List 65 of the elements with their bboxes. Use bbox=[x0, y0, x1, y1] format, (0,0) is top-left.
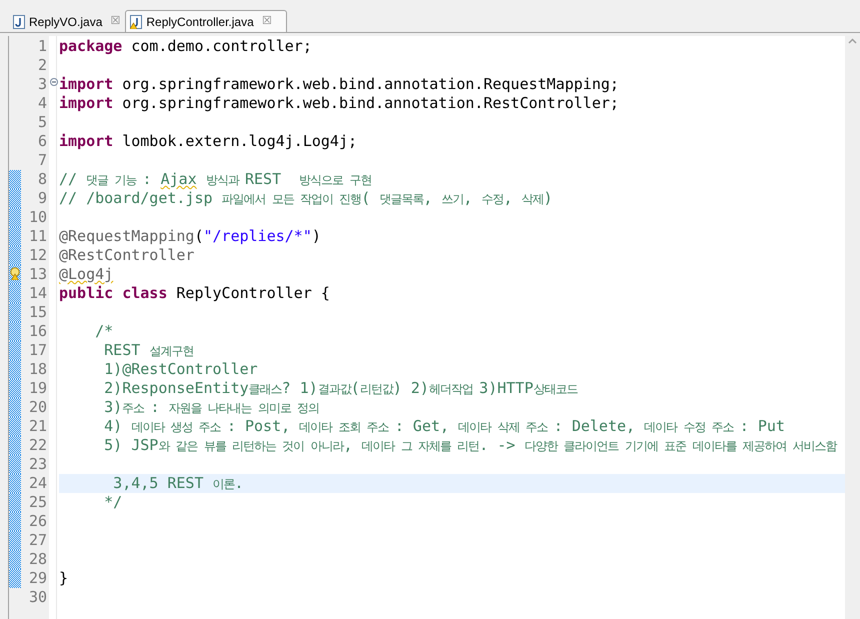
line-number: 23 bbox=[28, 455, 48, 474]
code-token: 2)ResponseEntity클래스? 1)결과값(리턴값) 2)헤더작업 3)HTTP상태코드 bbox=[103, 378, 578, 398]
code-token: 3,4,5 REST 이론. bbox=[112, 474, 244, 494]
line-number: 13 bbox=[28, 265, 48, 284]
code-token: @RestController bbox=[59, 246, 194, 265]
line-number: 30 bbox=[28, 588, 48, 607]
line-number: 1 bbox=[38, 37, 48, 56]
line-number: 29 bbox=[28, 569, 48, 588]
line-number: 8 bbox=[38, 170, 48, 189]
code-token: import bbox=[59, 132, 114, 151]
code-token: // 댓글 기능 : bbox=[59, 170, 153, 190]
code-token: // /board/get.jsp 파일에서 모든 작업이 진행( 댓글목록, 쓰기, 수정, 삭제) bbox=[59, 188, 553, 208]
code-token: lombok.extern.log4j.Log4j; bbox=[121, 132, 358, 151]
line-number: 18 bbox=[28, 360, 48, 379]
line-number: 20 bbox=[28, 398, 48, 417]
code-token: REST 설계구현 bbox=[103, 340, 194, 360]
line-number: 9 bbox=[38, 189, 48, 208]
code-token: 1)@RestController bbox=[103, 360, 258, 379]
code-token: @RequestMapping bbox=[59, 227, 194, 246]
line-number: 12 bbox=[28, 246, 48, 265]
code-token: ) bbox=[312, 227, 321, 246]
line-number: 2 bbox=[38, 56, 48, 75]
code-token: 3)주소 : 자원을 나타내는 의미로 정의 bbox=[103, 398, 320, 418]
line-number: 16 bbox=[28, 322, 48, 341]
scroll-up-icon[interactable] bbox=[848, 38, 857, 44]
line-number: 14 bbox=[28, 284, 48, 303]
line-number: 15 bbox=[28, 303, 48, 322]
code-token: import bbox=[59, 94, 114, 113]
code-token: Ajax bbox=[160, 170, 197, 189]
code-token: import bbox=[59, 75, 114, 94]
code-token: com.demo.controller; bbox=[130, 37, 312, 56]
line-number: 4 bbox=[38, 94, 48, 113]
warning-bulb-icon[interactable] bbox=[10, 267, 21, 280]
code-token: 5) JSP와 같은 뷰를 리턴하는 것이 아니라, 데이타 그 자체를 리턴. -> 다양한 클라이언트 기기에 표준 데이타를 제공하여 서비스함 bbox=[103, 436, 837, 456]
line-number: 17 bbox=[28, 341, 48, 360]
line-number: 3 bbox=[38, 75, 48, 94]
line-number: 26 bbox=[28, 512, 48, 531]
code-token: package bbox=[59, 37, 122, 56]
line-number: 24 bbox=[28, 474, 48, 493]
line-number: 11 bbox=[28, 227, 48, 246]
line-number: 6 bbox=[38, 132, 48, 151]
line-number: 22 bbox=[28, 436, 48, 455]
code-token: ReplyController { bbox=[175, 284, 330, 303]
line-number: 25 bbox=[28, 493, 48, 512]
code-token: 방식과 REST 방식으로 구현 bbox=[204, 170, 372, 190]
line-number: 10 bbox=[28, 208, 48, 227]
code-token: public class bbox=[59, 284, 168, 303]
line-number: 21 bbox=[28, 417, 48, 436]
code-token: @Log4j bbox=[59, 265, 114, 284]
line-number: 7 bbox=[38, 151, 48, 170]
line-number: 5 bbox=[38, 113, 48, 132]
vertical-scrollbar[interactable] bbox=[845, 36, 860, 619]
code-token: /* bbox=[94, 322, 114, 341]
line-number: 19 bbox=[28, 379, 48, 398]
code-token: } bbox=[59, 569, 68, 588]
code-token: "/replies/*" bbox=[204, 227, 312, 246]
code-token: org.springframework.web.bind.annotation.RestController; bbox=[121, 94, 619, 113]
code-token: ( bbox=[194, 227, 204, 246]
editor-tab[interactable]: ReplyController.java ☒ bbox=[125, 10, 287, 32]
line-number: 28 bbox=[28, 550, 48, 569]
collapse-icon[interactable] bbox=[50, 78, 58, 86]
code-token: */ bbox=[103, 493, 122, 512]
code-token: org.springframework.web.bind.annotation.RequestMapping; bbox=[121, 75, 619, 94]
code-token: 4) 데이타 생성 주소 : Post, 데이타 조회 주소 : Get, 데이타 삭제 주소 : Delete, 데이타 수정 주소 : Put bbox=[103, 416, 785, 436]
line-number: 27 bbox=[28, 531, 48, 550]
